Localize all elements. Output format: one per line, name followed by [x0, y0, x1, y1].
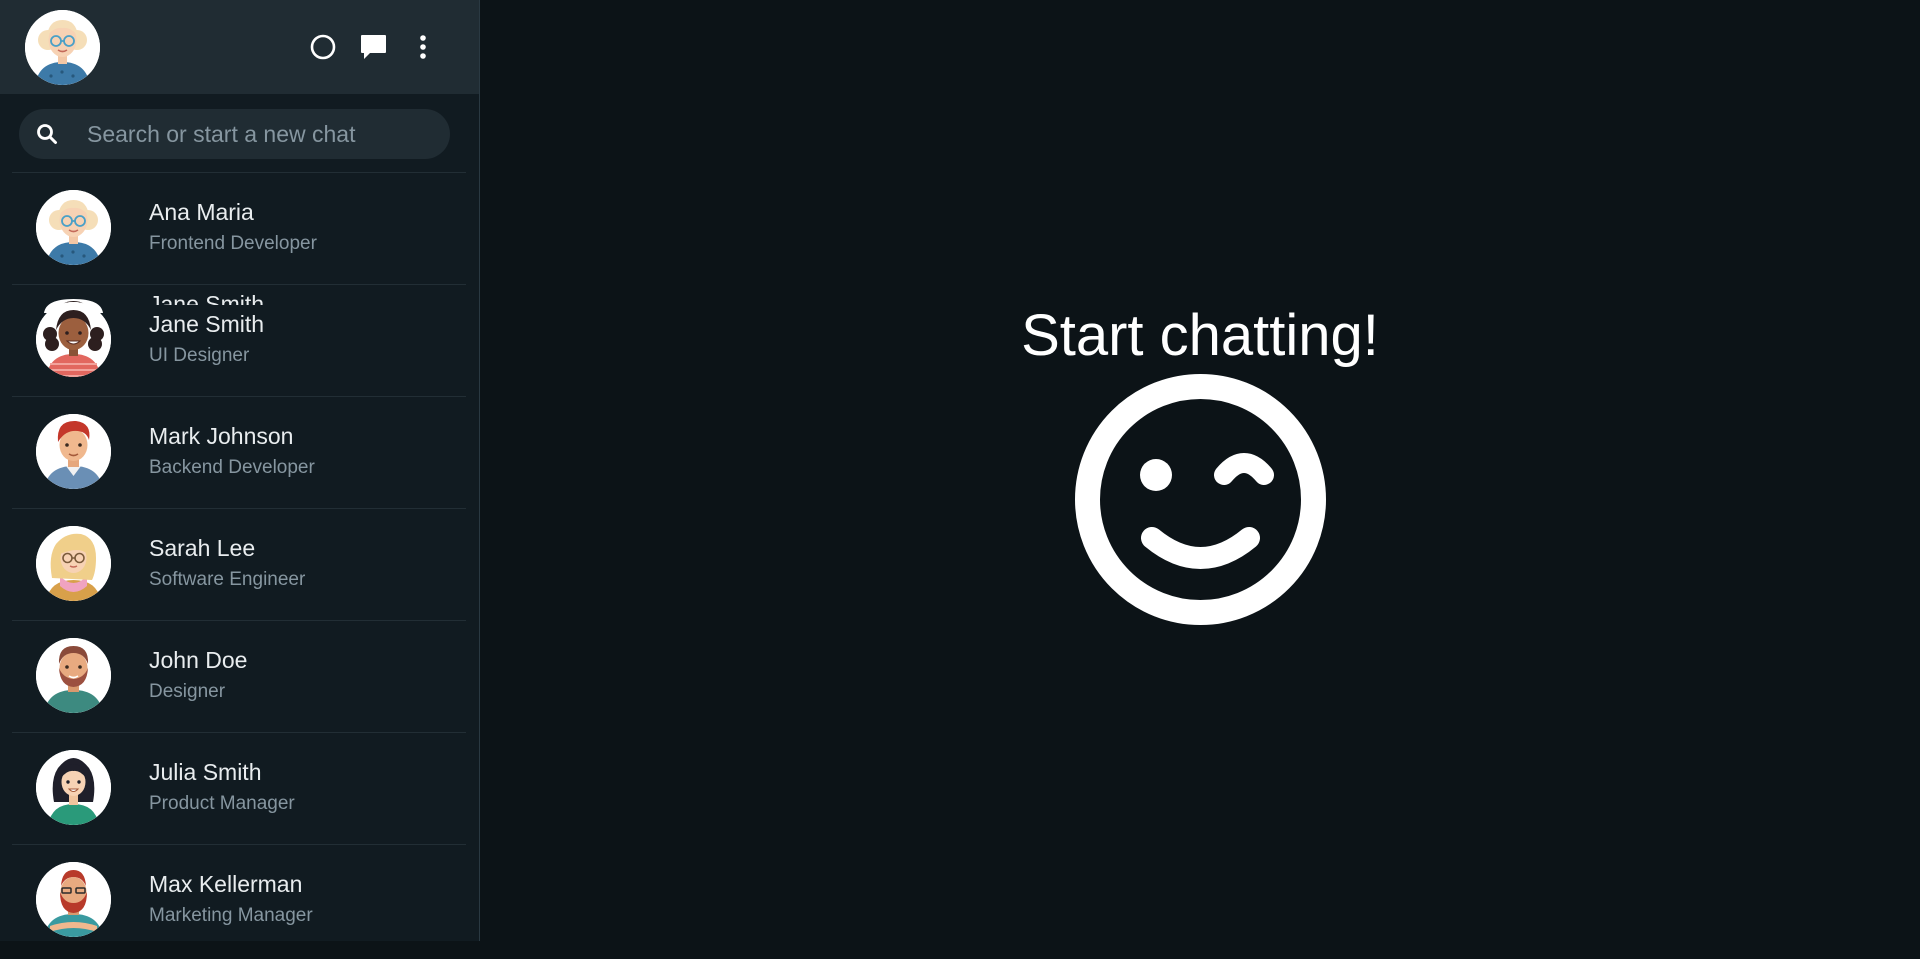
- ghost-chat-name: Jane Smith: [149, 291, 265, 305]
- avatar: [36, 414, 111, 489]
- avatar-man-redbeard-icon: [36, 862, 111, 937]
- welcome-title: Start chatting!: [1021, 303, 1379, 368]
- chat-list: Ana Maria Frontend Developer Jane Smith: [12, 172, 466, 956]
- chat-role: Product Manager: [149, 793, 295, 814]
- avatar-man-beard-icon: [36, 638, 111, 713]
- search-bar: [19, 109, 450, 159]
- chat-item-max-kellerman[interactable]: Max Kellerman Marketing Manager: [12, 844, 466, 956]
- menu-icon: [420, 35, 426, 59]
- chat-name: Mark Johnson: [149, 423, 294, 449]
- avatar-woman-blonde-glasses-icon: [36, 526, 111, 601]
- chat-name: Max Kellerman: [149, 871, 303, 897]
- avatar: [36, 862, 111, 937]
- sidebar: Ana Maria Frontend Developer Jane Smith: [0, 0, 480, 941]
- chat-name: Ana Maria: [149, 199, 254, 225]
- avatar-woman-glasses-icon: [25, 10, 100, 85]
- search-icon: [37, 124, 57, 144]
- chat-role: UI Designer: [149, 345, 250, 366]
- menu-button[interactable]: [406, 30, 440, 64]
- chat-role: Designer: [149, 681, 226, 702]
- avatar-woman-curly-icon: [36, 302, 111, 377]
- avatar: [36, 750, 111, 825]
- chat-item-john-doe[interactable]: John Doe Designer: [12, 620, 466, 732]
- chat-role: Marketing Manager: [149, 905, 313, 926]
- avatar: [36, 190, 111, 265]
- chat-name: Jane Smith: [149, 311, 265, 337]
- new-chat-icon: [361, 35, 386, 59]
- chat-item-mark-johnson[interactable]: Mark Johnson Backend Developer: [12, 396, 466, 508]
- avatar: [36, 302, 111, 377]
- chat-role: Software Engineer: [149, 569, 306, 590]
- avatar-woman-glasses-icon: [36, 190, 111, 265]
- chat-role: Frontend Developer: [149, 233, 317, 254]
- main-panel: Start chatting!: [480, 0, 1920, 959]
- status-icon: [310, 34, 336, 60]
- profile-avatar[interactable]: [25, 10, 100, 85]
- chat-app: Ana Maria Frontend Developer Jane Smith: [0, 0, 1920, 959]
- chat-item-jane-smith[interactable]: Jane Smith Jane Smith UI Designer: [12, 284, 466, 396]
- wink-smiley-icon: [1075, 374, 1326, 625]
- status-button[interactable]: [306, 30, 340, 64]
- chat-item-ana-maria[interactable]: Ana Maria Frontend Developer: [12, 172, 466, 284]
- avatar: [36, 526, 111, 601]
- chat-role: Backend Developer: [149, 457, 315, 478]
- avatar-man-redhair-icon: [36, 414, 111, 489]
- search-input[interactable]: [69, 109, 439, 159]
- chat-name: John Doe: [149, 647, 248, 673]
- sidebar-header: [0, 0, 479, 94]
- chat-name: Julia Smith: [149, 759, 262, 785]
- avatar: [36, 638, 111, 713]
- chat-item-sarah-lee[interactable]: Sarah Lee Software Engineer: [12, 508, 466, 620]
- header-actions: [306, 30, 440, 64]
- chat-name: Sarah Lee: [149, 535, 256, 561]
- chat-item-julia-smith[interactable]: Julia Smith Product Manager: [12, 732, 466, 844]
- new-chat-button[interactable]: [356, 30, 390, 64]
- avatar-woman-darkhair-icon: [36, 750, 111, 825]
